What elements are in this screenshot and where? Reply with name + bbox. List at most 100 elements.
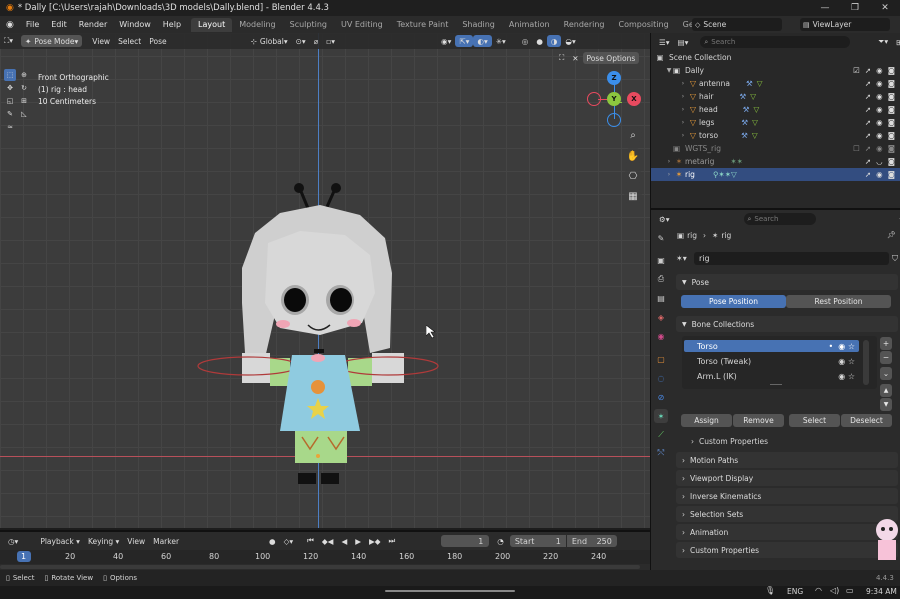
tree-item-head[interactable]: › ▽ head ⚒ ▽ ➚ ◉ ◙ xyxy=(651,103,900,116)
menu-edit[interactable]: Edit xyxy=(45,20,73,29)
visibility-toggles[interactable]: ☐ ➚ ◉ ◙ xyxy=(853,144,895,153)
section-motion-paths[interactable]: › Motion Paths xyxy=(676,452,898,468)
checkbox-icon[interactable]: ☐ xyxy=(853,144,860,153)
rotate-tool[interactable]: ↻ xyxy=(18,82,30,94)
rest-position-button[interactable]: Rest Position xyxy=(786,295,891,308)
armature-data-tab-icon[interactable]: ✶ xyxy=(654,409,668,423)
editor-type-icon[interactable]: ⛶▾ xyxy=(0,35,17,47)
3d-viewport[interactable]: Front Orthographic (1) rig : head 10 Cen… xyxy=(0,33,650,528)
tab-texture-paint[interactable]: Texture Paint xyxy=(390,18,456,32)
render-icon[interactable]: ◙ xyxy=(888,79,895,88)
tree-item-wgts-rig[interactable]: ▣ WGTS_rig ☐ ➚ ◉ ◙ xyxy=(651,142,900,155)
render-icon[interactable]: ◙ xyxy=(888,66,895,75)
active-dot-icon[interactable]: • xyxy=(828,342,833,351)
pose-options-dropdown[interactable]: Pose Options xyxy=(582,52,640,64)
transform-pivot-icon[interactable]: ⛶ xyxy=(555,52,568,64)
pivot-point-icon[interactable]: ⊙▾ xyxy=(292,35,310,47)
close-options-icon[interactable]: ✕ xyxy=(568,52,582,64)
tab-compositing[interactable]: Compositing xyxy=(612,18,676,32)
menu-select[interactable]: Select xyxy=(114,35,145,47)
visibility-toggles[interactable]: ➚ ◉ ◙ xyxy=(865,131,895,140)
move-tool[interactable]: ✥ xyxy=(4,82,16,94)
list-scrollbar[interactable] xyxy=(863,340,869,385)
properties-search-input[interactable]: ⌕ Search xyxy=(743,213,816,225)
tab-modeling[interactable]: Modeling xyxy=(232,18,282,32)
play-icon[interactable]: ▶ xyxy=(351,535,365,547)
menu-window[interactable]: Window xyxy=(113,20,157,29)
eye-icon[interactable]: ◉ xyxy=(876,105,883,114)
section-selection-sets[interactable]: › Selection Sets xyxy=(676,506,898,522)
eye-icon[interactable]: ◉ xyxy=(876,79,883,88)
list-resize-handle[interactable] xyxy=(770,384,782,385)
new-collection-icon[interactable]: ⊞ xyxy=(892,36,900,48)
measure-tool[interactable]: ◺ xyxy=(18,108,30,120)
prev-key-icon[interactable]: ◆◀ xyxy=(318,535,338,547)
tab-uv-editing[interactable]: UV Editing xyxy=(334,18,390,32)
select-box-tool[interactable]: ⬚ xyxy=(4,69,16,81)
tree-item-rig[interactable]: › ✶ rig ⚲✶✶▽ ➚ ◉ ◙ xyxy=(651,168,900,181)
gizmo-z-axis[interactable]: Z xyxy=(607,71,621,85)
mode-dropdown[interactable]: ✦ Pose Mode ▾ xyxy=(21,35,83,47)
tree-item-hair[interactable]: › ▽ hair ⚒ ▽ ➚ ◉ ◙ xyxy=(651,90,900,103)
eye-icon[interactable]: ◉ xyxy=(838,342,845,351)
expand-chevron-icon[interactable]: › xyxy=(665,158,673,165)
bone-collection-item[interactable]: Arm.L (IK) ◉ ☆ xyxy=(684,370,859,382)
eye-icon[interactable]: ◉ xyxy=(876,144,883,153)
visibility-toggles[interactable]: ➚ ◉ ◙ xyxy=(865,92,895,101)
deselect-button[interactable]: Deselect xyxy=(841,414,892,427)
render-icon[interactable]: ◙ xyxy=(888,170,895,179)
language-indicator[interactable]: ENG xyxy=(787,587,803,596)
next-key-icon[interactable]: ▶◆ xyxy=(365,535,385,547)
view-layer-tab-icon[interactable]: ▤ xyxy=(654,291,668,305)
select-arrow-icon[interactable]: ➚ xyxy=(865,144,871,153)
expand-chevron-icon[interactable]: › xyxy=(679,93,687,100)
wifi-icon[interactable]: ◠ xyxy=(815,586,822,595)
frame-ruler[interactable]: 1 20 40 60 80 100 120 140 160 180 200 22… xyxy=(0,550,650,564)
world-tab-icon[interactable]: ◉ xyxy=(654,329,668,343)
clock[interactable]: 9:34 AM xyxy=(866,587,897,596)
gizmo-y-axis[interactable]: Y xyxy=(607,92,621,106)
tree-item-legs[interactable]: › ▽ legs ⚒ ▽ ➚ ◉ ◙ xyxy=(651,116,900,129)
collection-toggles[interactable]: • ◉ ☆ xyxy=(828,342,855,351)
section-viewport-display[interactable]: › Viewport Display xyxy=(676,470,898,486)
custom-properties-subpanel[interactable]: › Custom Properties xyxy=(691,435,768,447)
eye-icon[interactable]: ◉ xyxy=(876,118,883,127)
scene-selector[interactable]: ◇ Scene xyxy=(692,18,782,31)
auto-key-icon[interactable]: ● xyxy=(265,535,280,547)
jump-start-icon[interactable]: ⏮ xyxy=(303,535,318,547)
close-button[interactable]: ✕ xyxy=(870,0,900,16)
section-custom-properties[interactable]: › Custom Properties xyxy=(676,542,898,558)
maximize-button[interactable]: ❐ xyxy=(840,0,870,16)
eye-icon[interactable]: ◉ xyxy=(876,170,883,179)
properties-options-icon[interactable]: ▾ xyxy=(896,213,900,225)
select-arrow-icon[interactable]: ➚ xyxy=(865,118,871,127)
select-button[interactable]: Select xyxy=(789,414,840,427)
shading-wireframe-icon[interactable]: ◎ xyxy=(518,35,533,47)
menu-view[interactable]: View xyxy=(88,35,114,47)
tab-layout[interactable]: Layout xyxy=(191,17,233,32)
shading-rendered-icon[interactable]: ◒▾ xyxy=(561,35,579,47)
menu-render[interactable]: Render xyxy=(73,20,113,29)
move-up-button[interactable]: ▲ xyxy=(880,384,892,397)
bone-collection-item[interactable]: Torso (Tweak) ◉ ☆ xyxy=(684,355,859,367)
visibility-toggles[interactable]: ➚ ◉ ◙ xyxy=(865,105,895,114)
menu-marker[interactable]: Marker xyxy=(149,535,183,547)
collection-menu-chevron-icon[interactable]: ⌄ xyxy=(880,367,892,380)
expand-chevron-icon[interactable]: › xyxy=(679,119,687,126)
view-layer-selector[interactable]: ▤ ViewLayer xyxy=(800,18,890,31)
visibility-toggles[interactable]: ☑ ➚ ◉ ◙ xyxy=(853,66,895,75)
render-icon[interactable]: ◙ xyxy=(888,105,895,114)
object-name-field[interactable]: rig xyxy=(694,252,889,265)
visibility-toggles[interactable]: ➚ ◉ ◙ xyxy=(865,170,895,179)
shading-solid-icon[interactable]: ● xyxy=(532,35,547,47)
render-icon[interactable]: ◙ xyxy=(888,157,895,166)
gizmo-neg-z-axis[interactable] xyxy=(607,113,621,127)
section-animation[interactable]: › Animation xyxy=(676,524,898,540)
proportional-icon[interactable]: ▫▾ xyxy=(322,35,339,47)
gizmo-neg-x-axis[interactable] xyxy=(587,92,601,106)
annotate-tool[interactable]: ✎ xyxy=(4,108,16,120)
move-down-button[interactable]: ▼ xyxy=(880,398,892,411)
section-bone-collections[interactable]: ▼ Bone Collections xyxy=(676,316,898,332)
blender-menu-icon[interactable]: ◉ xyxy=(0,20,20,30)
collection-toggles[interactable]: ◉ ☆ xyxy=(838,357,855,366)
